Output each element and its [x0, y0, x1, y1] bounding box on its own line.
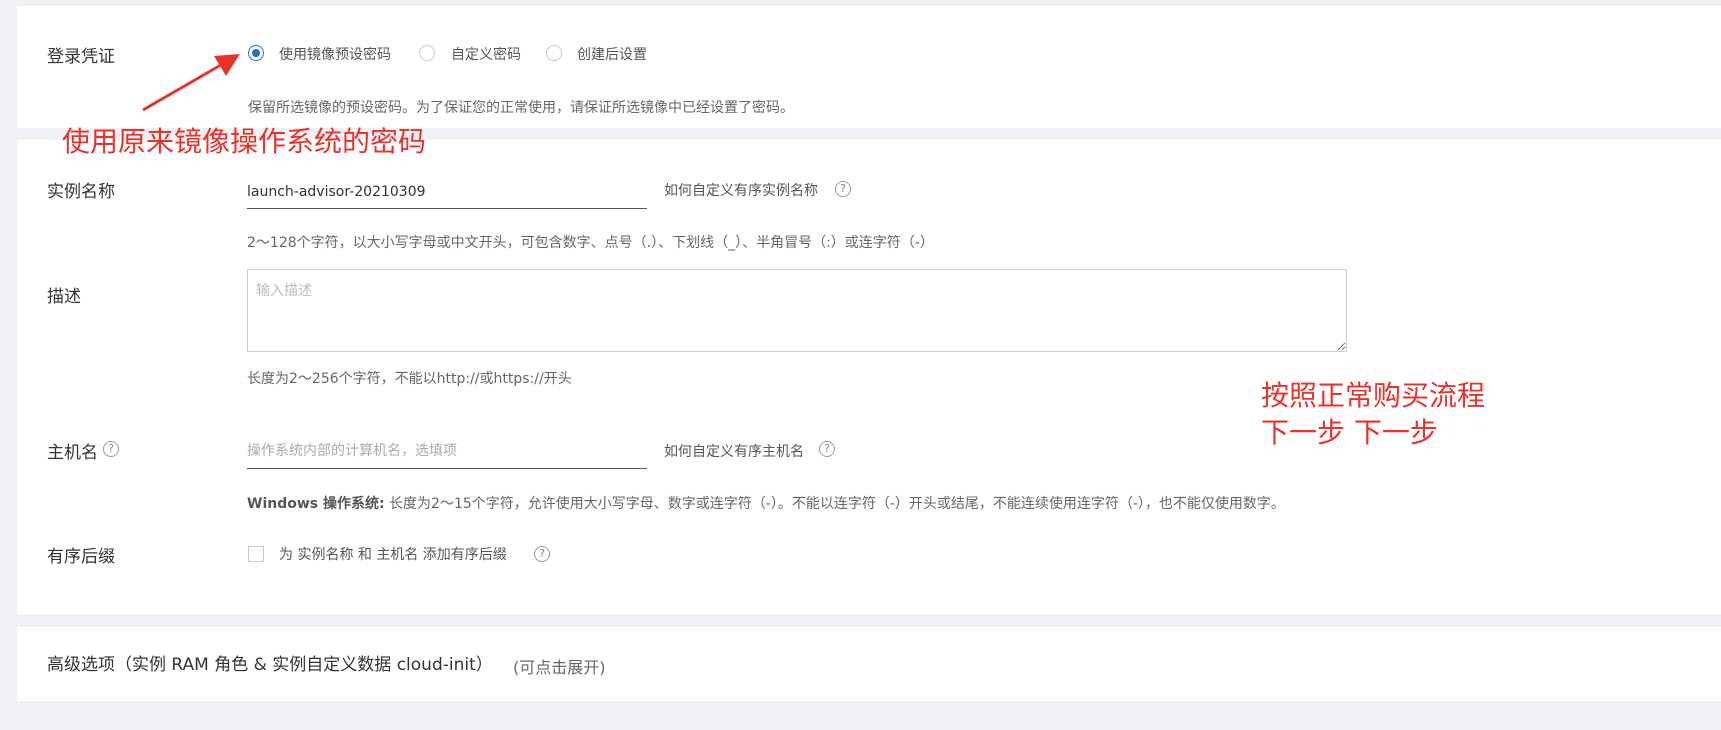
annotation-password-note: 使用原来镜像操作系统的密码	[62, 125, 427, 158]
annotation-arrow	[142, 54, 240, 112]
annotation-flow-line1: 按照正常购买流程	[1261, 379, 1486, 412]
annotation-flow-line2: 下一步 下一步	[1261, 416, 1438, 449]
